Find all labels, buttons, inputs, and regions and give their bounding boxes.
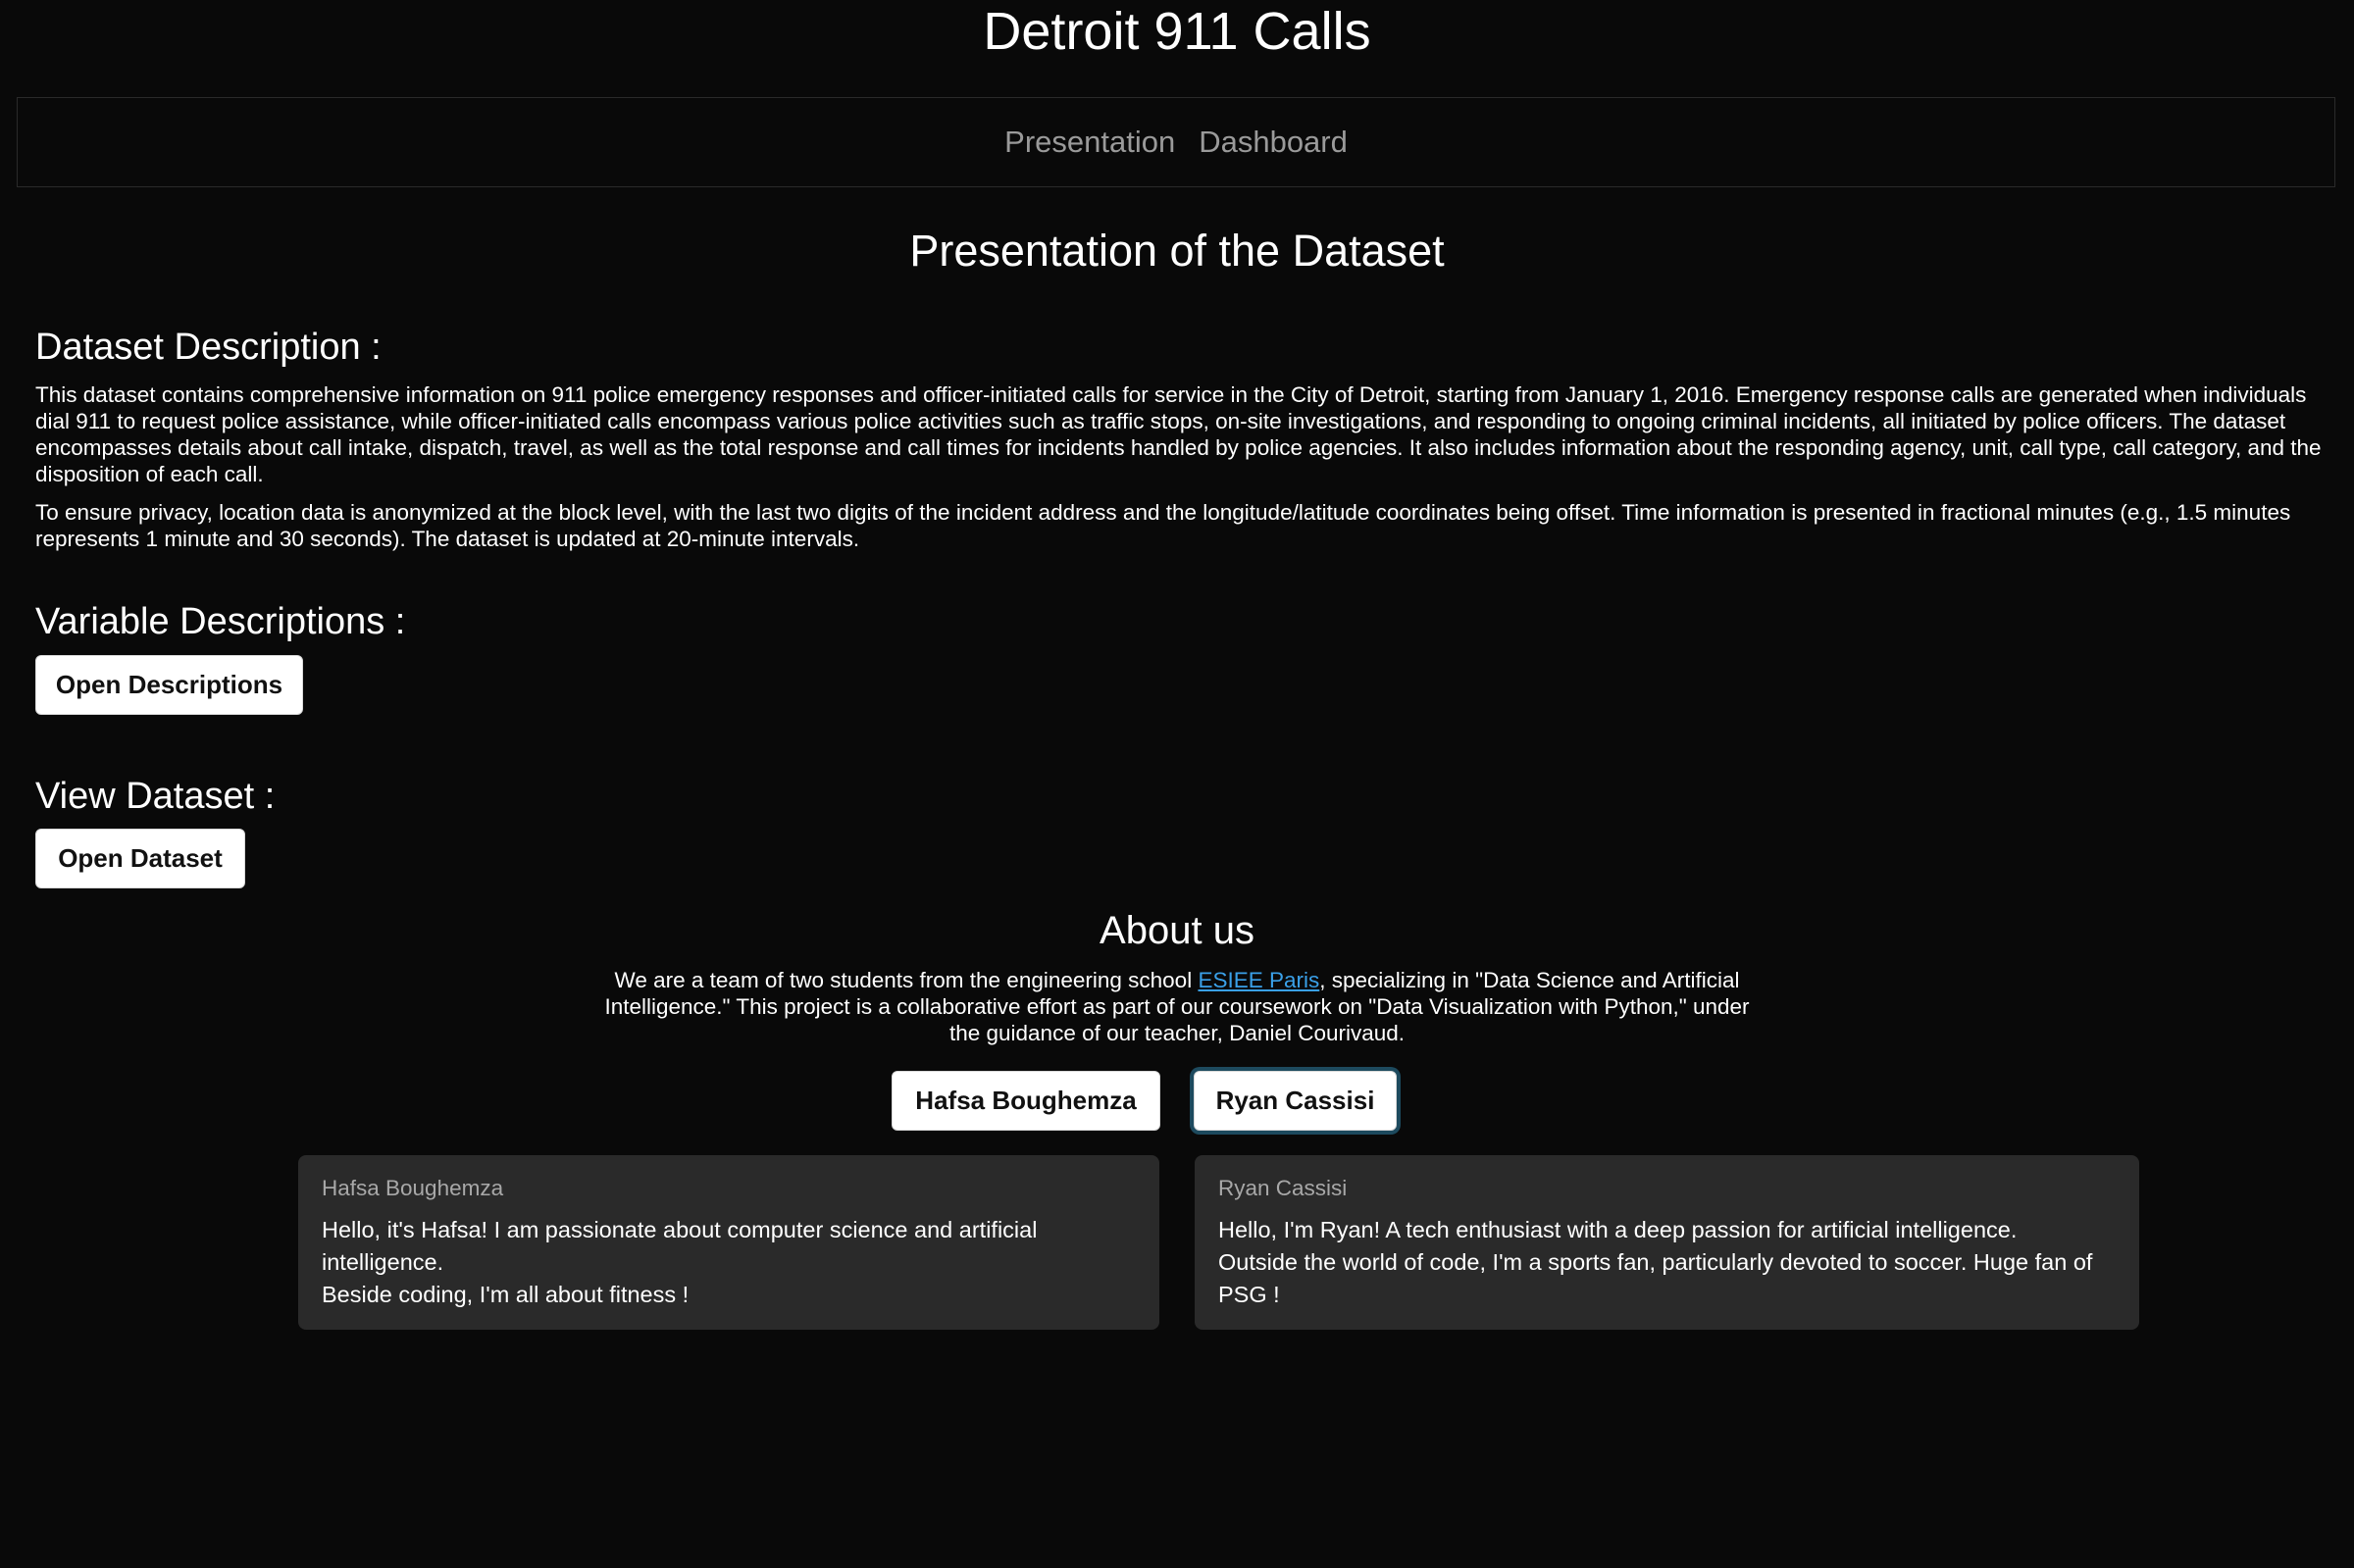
dataset-description-paragraph-2: To ensure privacy, location data is anon… (35, 500, 2291, 551)
ryan-profile-card: Ryan Cassisi Hello, I'm Ryan! A tech ent… (1195, 1155, 2139, 1330)
view-dataset-heading: View Dataset : (35, 776, 276, 817)
open-descriptions-button[interactable]: Open Descriptions (35, 655, 303, 715)
esiee-paris-link[interactable]: ESIEE Paris (1198, 968, 1319, 992)
ryan-cassisi-button[interactable]: Ryan Cassisi (1194, 1071, 1397, 1131)
card-text-line: Hello, I'm Ryan! A tech enthusiast with … (1218, 1217, 2018, 1242)
about-text-before-link: We are a team of two students from the e… (614, 968, 1199, 992)
navbar: Presentation Dashboard (17, 97, 2335, 187)
about-us-title: About us (1100, 909, 1254, 952)
hafsa-profile-card: Hafsa Boughemza Hello, it's Hafsa! I am … (298, 1155, 1159, 1330)
nav-link-dashboard[interactable]: Dashboard (1199, 125, 1348, 160)
page: Detroit 911 Calls Presentation Dashboard… (0, 0, 2354, 1568)
about-us-text: We are a team of two students from the e… (588, 967, 1766, 1046)
card-text-line: Beside coding, I'm all about fitness ! (322, 1282, 690, 1307)
card-title: Ryan Cassisi (1218, 1176, 1348, 1200)
dataset-description-heading: Dataset Description : (35, 327, 382, 368)
nav-link-presentation[interactable]: Presentation (1004, 125, 1175, 160)
hafsa-boughemza-button[interactable]: Hafsa Boughemza (892, 1071, 1160, 1131)
card-text-line: Hello, it's Hafsa! I am passionate about… (322, 1217, 1038, 1275)
dataset-description-paragraph-1: This dataset contains comprehensive info… (35, 382, 2322, 486)
card-title: Hafsa Boughemza (322, 1176, 504, 1200)
presentation-title: Presentation of the Dataset (909, 226, 1445, 276)
open-dataset-button[interactable]: Open Dataset (35, 829, 245, 888)
card-text-line: Outside the world of code, I'm a sports … (1218, 1249, 2093, 1307)
app-title: Detroit 911 Calls (983, 2, 1371, 61)
variable-descriptions-heading: Variable Descriptions : (35, 601, 406, 642)
